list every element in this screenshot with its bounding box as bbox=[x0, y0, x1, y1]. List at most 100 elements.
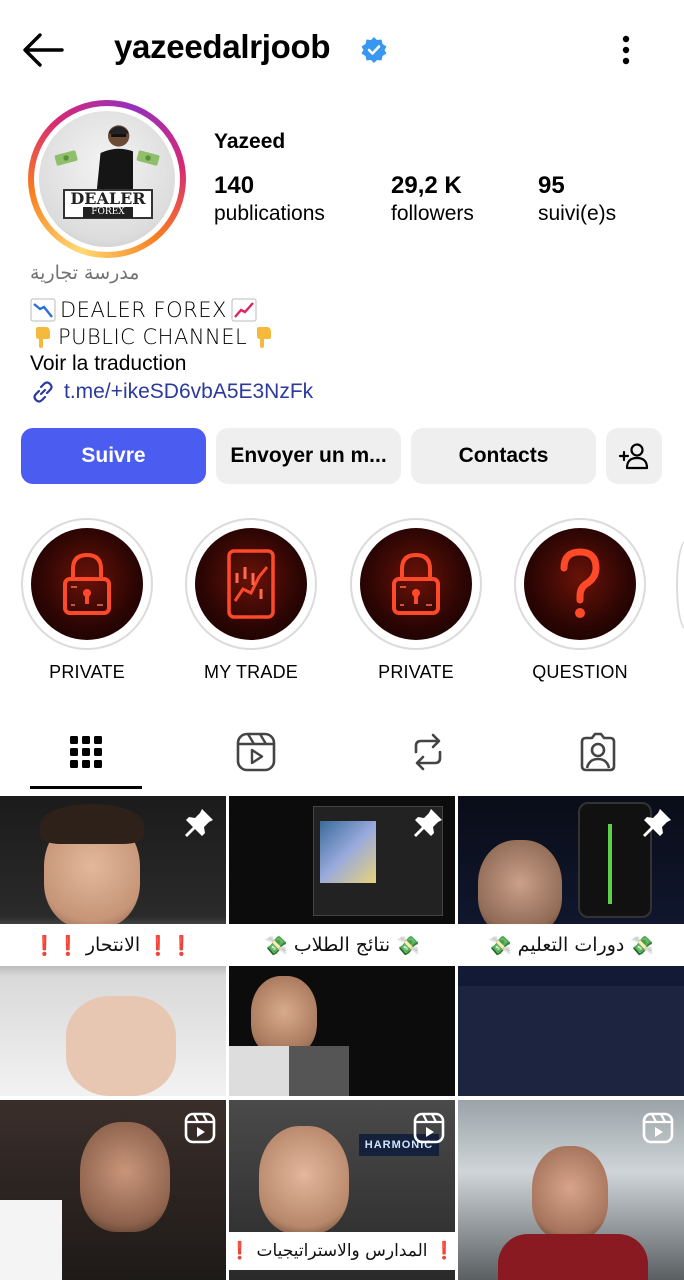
bio-line-2: PUBLIC CHANNEL bbox=[30, 325, 275, 349]
post-caption-text: المدارس والاستراتيجيات bbox=[256, 1241, 428, 1261]
avatar-logo-line1: DEALER bbox=[70, 188, 146, 208]
reel-icon bbox=[642, 1112, 674, 1144]
tab-reels[interactable] bbox=[226, 722, 286, 782]
tab-grid[interactable] bbox=[56, 722, 116, 782]
see-translation-link[interactable]: Voir la traduction bbox=[30, 352, 186, 376]
chart-increasing-icon bbox=[231, 298, 257, 322]
pin-icon bbox=[414, 809, 442, 837]
exclamation-icon: ❗ bbox=[229, 1241, 251, 1261]
reels-icon bbox=[236, 732, 276, 772]
highlight-label: PRIVATE bbox=[49, 662, 125, 682]
display-name: Yazeed bbox=[214, 130, 286, 153]
avatar-logo: DEALER FOREX bbox=[63, 189, 153, 219]
post-thumbnail[interactable] bbox=[458, 1100, 684, 1280]
bio-line-1: DEALER FOREX bbox=[30, 298, 257, 322]
post-hands bbox=[66, 996, 176, 1096]
profile-category: مدرسة تجارية bbox=[30, 262, 140, 284]
active-tab-indicator bbox=[30, 786, 142, 789]
follow-button[interactable]: Suivre bbox=[21, 428, 206, 484]
pointing-down-hand-icon bbox=[36, 327, 50, 348]
pin-icon bbox=[185, 809, 213, 837]
post-thumbnail[interactable]: 💸 دورات التعليم 💸 bbox=[458, 796, 684, 1096]
bio-text-2: PUBLIC CHANNEL bbox=[58, 325, 248, 349]
stat-label: publications bbox=[214, 202, 325, 225]
post-hoodie bbox=[229, 1046, 349, 1096]
grid-icon bbox=[70, 736, 102, 768]
profile-header: yazeedalrjoob bbox=[0, 0, 684, 100]
stat-value: 140 bbox=[214, 172, 255, 199]
post-thumbnail[interactable]: ❗❗ الانتحار ❗❗ bbox=[0, 796, 226, 1096]
padlock-icon bbox=[63, 552, 111, 615]
highlight-private-1[interactable]: PRIVATE bbox=[21, 518, 153, 683]
exclamation-icon: ❗❗ bbox=[146, 934, 194, 957]
username-title: yazeedalrjoob bbox=[114, 28, 331, 65]
money-icon: 💸 bbox=[264, 934, 288, 957]
reel-icon bbox=[413, 1112, 445, 1144]
more-options-icon[interactable] bbox=[610, 30, 642, 70]
reel-icon bbox=[184, 1112, 216, 1144]
highlight-label: MY TRADE bbox=[204, 662, 298, 682]
avatar-logo-line2: FOREX bbox=[83, 206, 133, 218]
avatar: DEALER FOREX bbox=[39, 111, 175, 247]
pointing-down-hand-icon bbox=[257, 327, 272, 348]
profile-link-text: t.me/+ikeSD6vbA5E3NzFk bbox=[64, 380, 314, 403]
post-person bbox=[259, 1126, 349, 1234]
post-person bbox=[478, 840, 562, 936]
repost-icon bbox=[414, 733, 442, 771]
suggested-users-button[interactable] bbox=[606, 428, 662, 484]
stat-label: suivi(e)s bbox=[538, 202, 617, 225]
post-caption-text: الانتحار bbox=[85, 934, 141, 956]
post-caption-text: نتائج الطلاب bbox=[293, 934, 391, 956]
highlight-partial-next[interactable] bbox=[676, 540, 684, 630]
post-person bbox=[532, 1146, 608, 1240]
post-person bbox=[251, 976, 317, 1056]
add-person-icon bbox=[618, 443, 649, 470]
post-thumbnail[interactable]: 💸 نتائج الطلاب 💸 bbox=[229, 796, 455, 1096]
stat-label: followers bbox=[391, 202, 474, 225]
post-paper bbox=[0, 1200, 62, 1280]
exclamation-icon: ❗❗ bbox=[32, 934, 80, 957]
money-icon: 💸 bbox=[396, 934, 420, 957]
money-icon: 💸 bbox=[630, 934, 654, 957]
stat-following[interactable]: 95 suivi(e)s bbox=[538, 172, 616, 226]
highlight-private-2[interactable]: PRIVATE bbox=[350, 518, 482, 683]
chart-decreasing-icon bbox=[30, 298, 56, 322]
back-arrow-icon[interactable] bbox=[20, 30, 66, 70]
pin-icon bbox=[643, 809, 671, 837]
message-button[interactable]: Envoyer un m... bbox=[216, 428, 401, 484]
stat-value: 95 bbox=[538, 172, 565, 199]
link-icon bbox=[33, 381, 53, 403]
money-icon bbox=[54, 150, 78, 166]
stat-followers[interactable]: 29,2 K followers bbox=[391, 172, 474, 226]
post-thumbnail[interactable] bbox=[0, 1100, 226, 1280]
money-icon: 💸 bbox=[488, 934, 512, 957]
post-caption: ❗ المدارس والاستراتيجيات ❗ bbox=[229, 1232, 455, 1270]
profile-link[interactable]: t.me/+ikeSD6vbA5E3NzFk bbox=[30, 379, 313, 405]
post-person bbox=[80, 1122, 170, 1232]
post-thumbnail[interactable]: HARMONIC ❗ المدارس والاستراتيجيات ❗ bbox=[229, 1100, 455, 1280]
question-mark-icon bbox=[560, 548, 600, 618]
contacts-button[interactable]: Contacts bbox=[411, 428, 596, 484]
padlock-icon bbox=[392, 552, 440, 615]
post-caption-text: دورات التعليم bbox=[517, 934, 625, 956]
post-shirt bbox=[498, 1234, 648, 1280]
post-shirt bbox=[458, 986, 684, 1096]
highlight-my-trade[interactable]: MY TRADE bbox=[185, 518, 317, 683]
stat-publications[interactable]: 140 publications bbox=[214, 172, 325, 226]
tab-reposts[interactable] bbox=[398, 722, 458, 782]
money-icon bbox=[136, 150, 160, 166]
post-caption: ❗❗ الانتحار ❗❗ bbox=[0, 924, 226, 966]
avatar-story-ring[interactable]: DEALER FOREX bbox=[28, 100, 186, 258]
verified-badge-icon bbox=[361, 37, 387, 63]
post-hair bbox=[40, 804, 144, 844]
highlight-label: PRIVATE bbox=[378, 662, 454, 682]
tablet-chart-icon bbox=[227, 549, 275, 619]
stat-value: 29,2 K bbox=[391, 172, 462, 199]
tagged-icon bbox=[580, 732, 616, 772]
post-caption: 💸 نتائج الطلاب 💸 bbox=[229, 924, 455, 966]
bio-text-1: DEALER FOREX bbox=[60, 298, 227, 322]
post-caption: 💸 دورات التعليم 💸 bbox=[458, 924, 684, 966]
exclamation-icon: ❗ bbox=[433, 1241, 455, 1261]
highlight-question[interactable]: QUESTION bbox=[514, 518, 646, 683]
tab-tagged[interactable] bbox=[568, 722, 628, 782]
